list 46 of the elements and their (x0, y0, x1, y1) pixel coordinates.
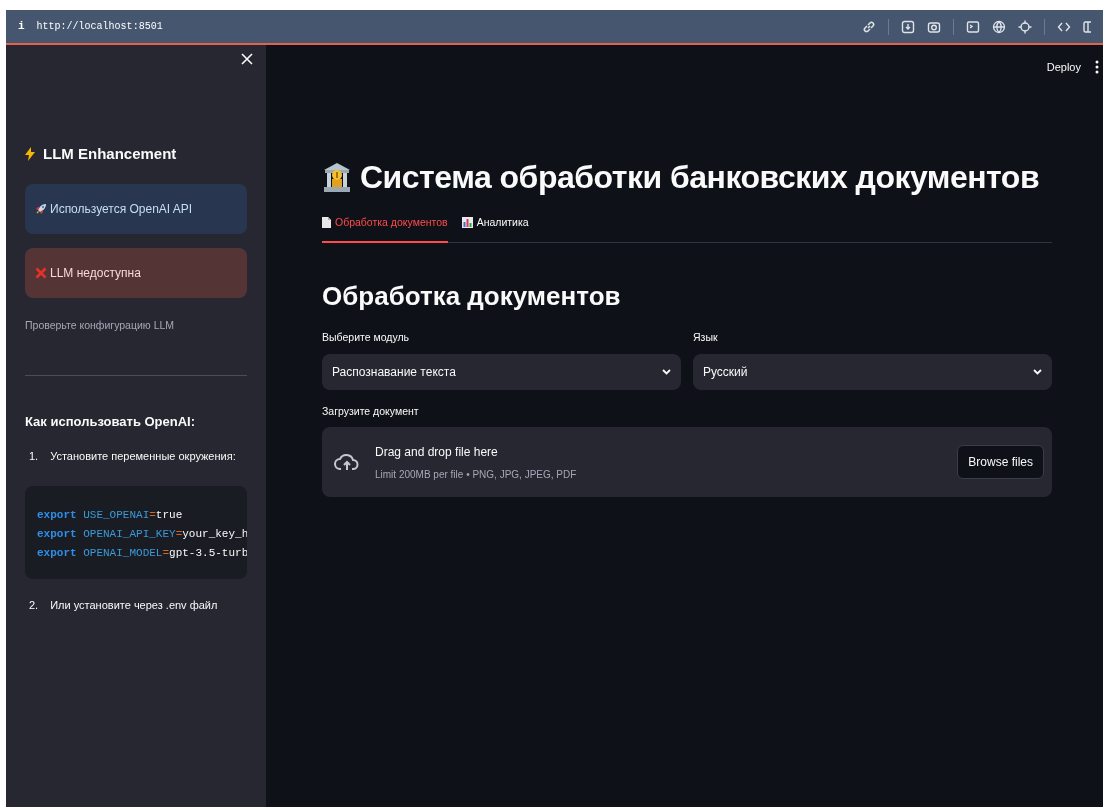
camera-icon[interactable] (927, 19, 941, 34)
code-line: export OPENAI_MODEL=gpt-3.5-turb (37, 546, 247, 562)
dropzone-title: Drag and drop file here (375, 443, 499, 461)
select-field[interactable]: Русский (693, 353, 1052, 390)
caption-text: Проверьте конфигурацию LLM (25, 317, 176, 333)
code-line: export OPENAI_API_KEY=your_key_h (37, 527, 247, 543)
code-line: export USE_OPENAI=true (37, 508, 184, 524)
file-dropzone[interactable]: Drag and drop file here Limit 200MB per file • PNG, JPG, JPEG, PDF Browse files (322, 427, 1052, 498)
list-number: 1. (29, 448, 39, 464)
panel-icon[interactable] (1083, 19, 1091, 34)
tab[interactable]: Аналитика (461, 215, 529, 243)
terminal-icon[interactable] (966, 19, 980, 34)
select-field[interactable]: Распознавание текста (322, 353, 681, 390)
browse-files-button[interactable]: Browse files (957, 445, 1044, 480)
tab[interactable]: Обработка документов (322, 215, 448, 243)
bank-icon (322, 161, 352, 193)
document-icon (322, 217, 331, 229)
chevron-down-icon (1033, 368, 1042, 375)
alert-text: LLM недоступна (50, 264, 141, 282)
close-icon[interactable] (241, 53, 253, 65)
field-label: Выберите модуль (322, 329, 410, 345)
menu-icon[interactable] (1095, 60, 1099, 75)
download-icon[interactable] (901, 19, 915, 34)
section-title: LLM Enhancement (43, 144, 177, 164)
list-item-text: Установите переменные окружения: (50, 448, 236, 464)
link-icon[interactable] (862, 19, 876, 34)
field-label: Язык (693, 329, 719, 345)
cloud-upload-icon (334, 452, 360, 473)
rocket-icon (35, 202, 47, 215)
alert-text: Используется OpenAI API (50, 200, 193, 218)
dropzone-hint: Limit 200MB per file • PNG, JPG, JPEG, PDF (375, 467, 577, 482)
crosshair-icon[interactable] (1018, 19, 1032, 34)
cross-icon (35, 266, 47, 279)
page-title: Система обработки банковских документов (360, 158, 1040, 197)
globe-icon[interactable] (992, 19, 1006, 34)
list-number: 2. (29, 598, 39, 614)
bar-chart-icon (461, 217, 473, 229)
section-heading: Как использовать OpenAI: (25, 413, 197, 432)
field-label: Загрузите документ (322, 403, 420, 419)
info-icon[interactable]: i (18, 18, 25, 35)
deploy-button[interactable]: Deploy (1046, 59, 1081, 76)
url-text[interactable]: http://localhost:8501 (36, 19, 163, 34)
list-item-text: Или установите через .env файл (50, 598, 218, 614)
lightning-icon (25, 147, 35, 162)
chevron-down-icon (662, 368, 671, 375)
section-heading: Обработка документов (322, 279, 622, 313)
